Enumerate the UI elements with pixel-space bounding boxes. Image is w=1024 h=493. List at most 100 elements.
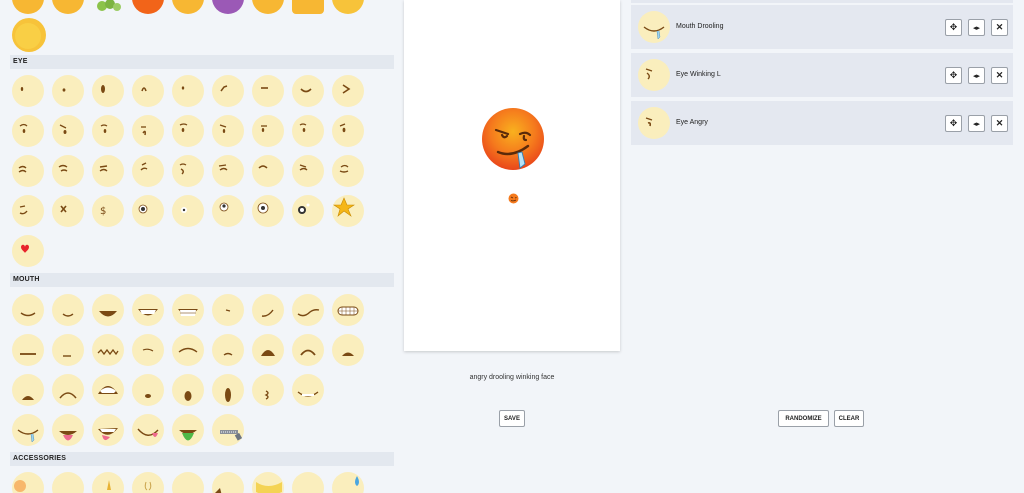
mouth-option[interactable] xyxy=(172,414,204,446)
mouth-option[interactable] xyxy=(332,294,364,326)
eye-option[interactable] xyxy=(172,75,204,107)
eye-option[interactable] xyxy=(12,75,44,107)
eye-option[interactable] xyxy=(52,75,84,107)
eye-option[interactable] xyxy=(52,115,84,147)
clear-button[interactable]: CLEAR xyxy=(834,410,864,427)
eye-option[interactable] xyxy=(52,195,84,227)
eye-option[interactable] xyxy=(252,75,284,107)
accessory-option[interactable] xyxy=(92,472,124,493)
eye-option[interactable] xyxy=(12,115,44,147)
flip-layer-button[interactable]: ◂▸ xyxy=(968,19,985,36)
mouth-option[interactable] xyxy=(52,294,84,326)
face-base-option[interactable] xyxy=(212,0,244,14)
eye-option[interactable] xyxy=(332,115,364,147)
mouth-option[interactable] xyxy=(212,334,244,366)
mouth-option[interactable] xyxy=(12,334,44,366)
accessory-option[interactable] xyxy=(52,472,84,493)
eye-option[interactable] xyxy=(332,195,364,227)
eye-option[interactable] xyxy=(332,155,364,187)
flip-layer-button[interactable]: ◂▸ xyxy=(968,115,985,132)
face-base-option[interactable] xyxy=(92,0,124,14)
face-base-option[interactable] xyxy=(12,18,46,52)
accessory-option[interactable] xyxy=(132,472,164,493)
eye-option[interactable] xyxy=(292,75,324,107)
mouth-option[interactable] xyxy=(172,294,204,326)
eye-option[interactable]: $ xyxy=(92,195,124,227)
eye-option[interactable] xyxy=(252,155,284,187)
randomize-button[interactable]: RANDOMIZE xyxy=(778,410,829,427)
accessory-option[interactable] xyxy=(12,472,44,493)
eye-option[interactable] xyxy=(212,195,244,227)
face-base-option[interactable] xyxy=(292,0,324,14)
mouth-option[interactable] xyxy=(52,374,84,406)
mouth-option[interactable] xyxy=(292,334,324,366)
accessory-option[interactable] xyxy=(212,472,244,493)
mouth-option[interactable] xyxy=(212,374,244,406)
accessory-option[interactable] xyxy=(252,472,284,493)
eye-option[interactable] xyxy=(92,155,124,187)
eye-option[interactable] xyxy=(212,115,244,147)
remove-layer-button[interactable]: ✕ xyxy=(991,19,1008,36)
face-base-option[interactable] xyxy=(172,0,204,14)
eye-option[interactable] xyxy=(332,75,364,107)
face-base-option[interactable] xyxy=(252,0,284,14)
eye-option[interactable] xyxy=(52,155,84,187)
eye-option[interactable] xyxy=(292,195,324,227)
mouth-option[interactable] xyxy=(172,334,204,366)
mouth-option[interactable] xyxy=(132,414,164,446)
eye-option[interactable] xyxy=(12,155,44,187)
eye-option[interactable] xyxy=(292,115,324,147)
mouth-option[interactable] xyxy=(12,294,44,326)
mouth-option[interactable] xyxy=(132,374,164,406)
mouth-option[interactable] xyxy=(212,294,244,326)
eye-option[interactable] xyxy=(252,115,284,147)
mouth-option[interactable] xyxy=(252,294,284,326)
eye-option[interactable] xyxy=(12,195,44,227)
layer-item-eye-winking-l[interactable]: Eye Winking L ✥ ◂▸ ✕ xyxy=(631,53,1013,97)
accessory-option[interactable] xyxy=(172,472,204,493)
mouth-option[interactable] xyxy=(212,414,244,446)
eye-option[interactable] xyxy=(132,195,164,227)
mouth-option[interactable] xyxy=(252,374,284,406)
layer-item-mouth-drooling[interactable]: Mouth Drooling ✥ ◂▸ ✕ xyxy=(631,5,1013,49)
mouth-option[interactable] xyxy=(292,374,324,406)
accessory-option[interactable] xyxy=(292,472,324,493)
accessory-option[interactable] xyxy=(332,472,364,493)
mouth-option[interactable] xyxy=(172,374,204,406)
eye-option[interactable] xyxy=(172,115,204,147)
eye-option[interactable] xyxy=(212,75,244,107)
eye-option[interactable] xyxy=(12,235,44,267)
mouth-option[interactable] xyxy=(12,374,44,406)
mouth-option[interactable] xyxy=(92,294,124,326)
save-button[interactable]: SAVE xyxy=(499,410,525,427)
eye-option[interactable] xyxy=(92,75,124,107)
remove-layer-button[interactable]: ✕ xyxy=(991,115,1008,132)
emoji-canvas[interactable] xyxy=(404,0,620,351)
layer-item-eye-angry[interactable]: Eye Angry ✥ ◂▸ ✕ xyxy=(631,101,1013,145)
face-base-option[interactable] xyxy=(52,0,84,14)
eye-option[interactable] xyxy=(252,195,284,227)
mouth-option[interactable] xyxy=(92,374,124,406)
eye-option[interactable] xyxy=(292,155,324,187)
mouth-option[interactable] xyxy=(292,294,324,326)
move-layer-button[interactable]: ✥ xyxy=(945,19,962,36)
mouth-option[interactable] xyxy=(52,414,84,446)
eye-option[interactable] xyxy=(132,115,164,147)
move-layer-button[interactable]: ✥ xyxy=(945,67,962,84)
mouth-option[interactable] xyxy=(52,334,84,366)
mouth-option[interactable] xyxy=(252,334,284,366)
mouth-option[interactable] xyxy=(132,334,164,366)
eye-option[interactable] xyxy=(92,115,124,147)
move-layer-button[interactable]: ✥ xyxy=(945,115,962,132)
eye-option[interactable] xyxy=(132,155,164,187)
face-base-option[interactable] xyxy=(332,0,364,14)
mouth-option[interactable] xyxy=(132,294,164,326)
mouth-option[interactable] xyxy=(12,414,44,446)
mouth-option[interactable] xyxy=(92,334,124,366)
eye-option[interactable] xyxy=(212,155,244,187)
mouth-option[interactable] xyxy=(92,414,124,446)
eye-option[interactable] xyxy=(172,155,204,187)
eye-option[interactable] xyxy=(132,75,164,107)
flip-layer-button[interactable]: ◂▸ xyxy=(968,67,985,84)
remove-layer-button[interactable]: ✕ xyxy=(991,67,1008,84)
